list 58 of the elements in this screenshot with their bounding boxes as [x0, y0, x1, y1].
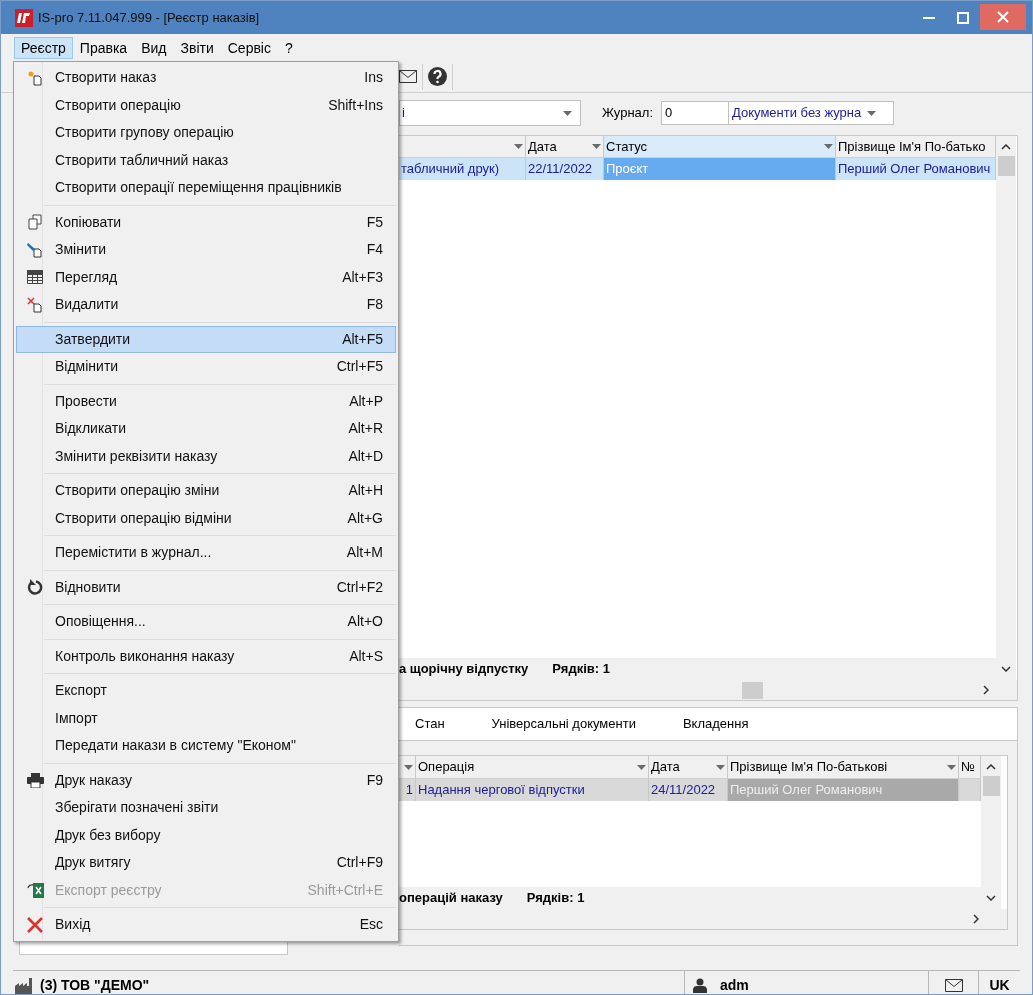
- column-header[interactable]: Операція: [416, 756, 649, 778]
- menu-bar-item[interactable]: Реєстр: [14, 36, 73, 59]
- journal-number-field[interactable]: 0: [661, 101, 730, 125]
- column-header[interactable]: Дата: [649, 756, 728, 778]
- table-row[interactable]: табличний друк) 22/11/2022 Проєкт Перший Олег Романович: [399, 158, 996, 180]
- column-header[interactable]: Статус: [604, 136, 836, 157]
- menu-bar-item[interactable]: Правка: [72, 36, 135, 59]
- menu-item[interactable]: Друк наказу F9: [16, 766, 396, 794]
- menu-bar-item[interactable]: Сервіс: [220, 36, 278, 59]
- menu-item[interactable]: Видалити F8: [16, 291, 396, 319]
- menu-item[interactable]: Імпорт: [16, 704, 396, 732]
- menu-item[interactable]: Провести Alt+P: [16, 387, 396, 415]
- menu-bar-item[interactable]: ?: [277, 36, 300, 59]
- menu-item[interactable]: Відновити Ctrl+F2: [16, 573, 396, 601]
- menu-item[interactable]: Перемістити в журнал... Alt+M: [16, 539, 396, 567]
- window-title: IS-pro 7.11.047.999 - [Реєстр наказів]: [38, 8, 260, 27]
- filter-dropdown[interactable]: і: [399, 100, 581, 126]
- table-cell: Перший Олег Романович: [728, 779, 959, 801]
- menu-item[interactable]: Контроль виконання наказу Alt+S: [16, 642, 396, 670]
- journal-label: Журнал:: [602, 104, 654, 123]
- user-name: adm: [720, 976, 749, 994]
- menu-item[interactable]: Створити операцію Shift+Ins: [16, 91, 396, 119]
- menu-item[interactable]: Вихід Esc: [16, 911, 396, 939]
- row-count: Рядків: 1: [526, 889, 585, 908]
- menu-item[interactable]: Копіювати F5: [16, 208, 396, 236]
- journal-dropdown[interactable]: Документи без журна: [729, 101, 895, 125]
- tab[interactable]: Стан: [415, 709, 445, 739]
- tab[interactable]: Універсальні документи: [491, 709, 636, 739]
- row-count: Рядків: 1: [552, 660, 610, 679]
- language-indicator: UK: [978, 971, 1020, 994]
- menu-item[interactable]: Друк без вибору: [16, 821, 396, 849]
- menu-item[interactable]: Перегляд Alt+F3: [16, 263, 396, 291]
- menu-item[interactable]: Оповіщення... Alt+O: [16, 608, 396, 636]
- menu-item[interactable]: Зберігати позначені звіти: [16, 794, 396, 822]
- menu-item[interactable]: Відмінити Ctrl+F5: [16, 353, 396, 381]
- menu-bar-item[interactable]: Вид: [134, 36, 174, 59]
- table-cell: Надання чергової відпустки: [416, 779, 649, 801]
- menu-item[interactable]: Створити операцію зміни Alt+H: [16, 477, 396, 505]
- menu-item[interactable]: Створити табличний наказ: [16, 146, 396, 174]
- menu-item[interactable]: Змінити реквізити наказу Alt+D: [16, 442, 396, 470]
- menu-item[interactable]: Змінити F4: [16, 236, 396, 264]
- table-row[interactable]: 1 Надання чергової відпустки 24/11/2022 Перший Олег Романович: [399, 779, 981, 801]
- column-header[interactable]: Прізвище Ім'я По-батькові: [728, 756, 959, 778]
- menu-item[interactable]: Створити операції переміщення працівників: [16, 174, 396, 202]
- table-title: операцій наказу: [399, 889, 503, 908]
- menu-item[interactable]: Передати накази в систему "Економ": [16, 732, 396, 760]
- menu-item[interactable]: Експорт: [16, 677, 396, 705]
- table-title: а щорічну відпустку: [399, 660, 529, 679]
- menu-item[interactable]: Відкликати Alt+R: [16, 415, 396, 443]
- menu-bar-item[interactable]: Звіти: [173, 36, 221, 59]
- menu-item[interactable]: Друк витягу Ctrl+F9: [16, 849, 396, 877]
- menu-item[interactable]: Створити групову операцію: [16, 119, 396, 147]
- organization-name: (3) ТОВ "ДЕМО": [40, 976, 150, 994]
- table-cell: Проєкт: [604, 158, 836, 180]
- menu-item[interactable]: Створити наказ Ins: [16, 64, 396, 92]
- menu-item[interactable]: Затвердити Alt+F5: [16, 325, 396, 353]
- menu-item[interactable]: Створити операцію відміни Alt+G: [16, 504, 396, 532]
- tab[interactable]: Вкладення: [682, 709, 749, 739]
